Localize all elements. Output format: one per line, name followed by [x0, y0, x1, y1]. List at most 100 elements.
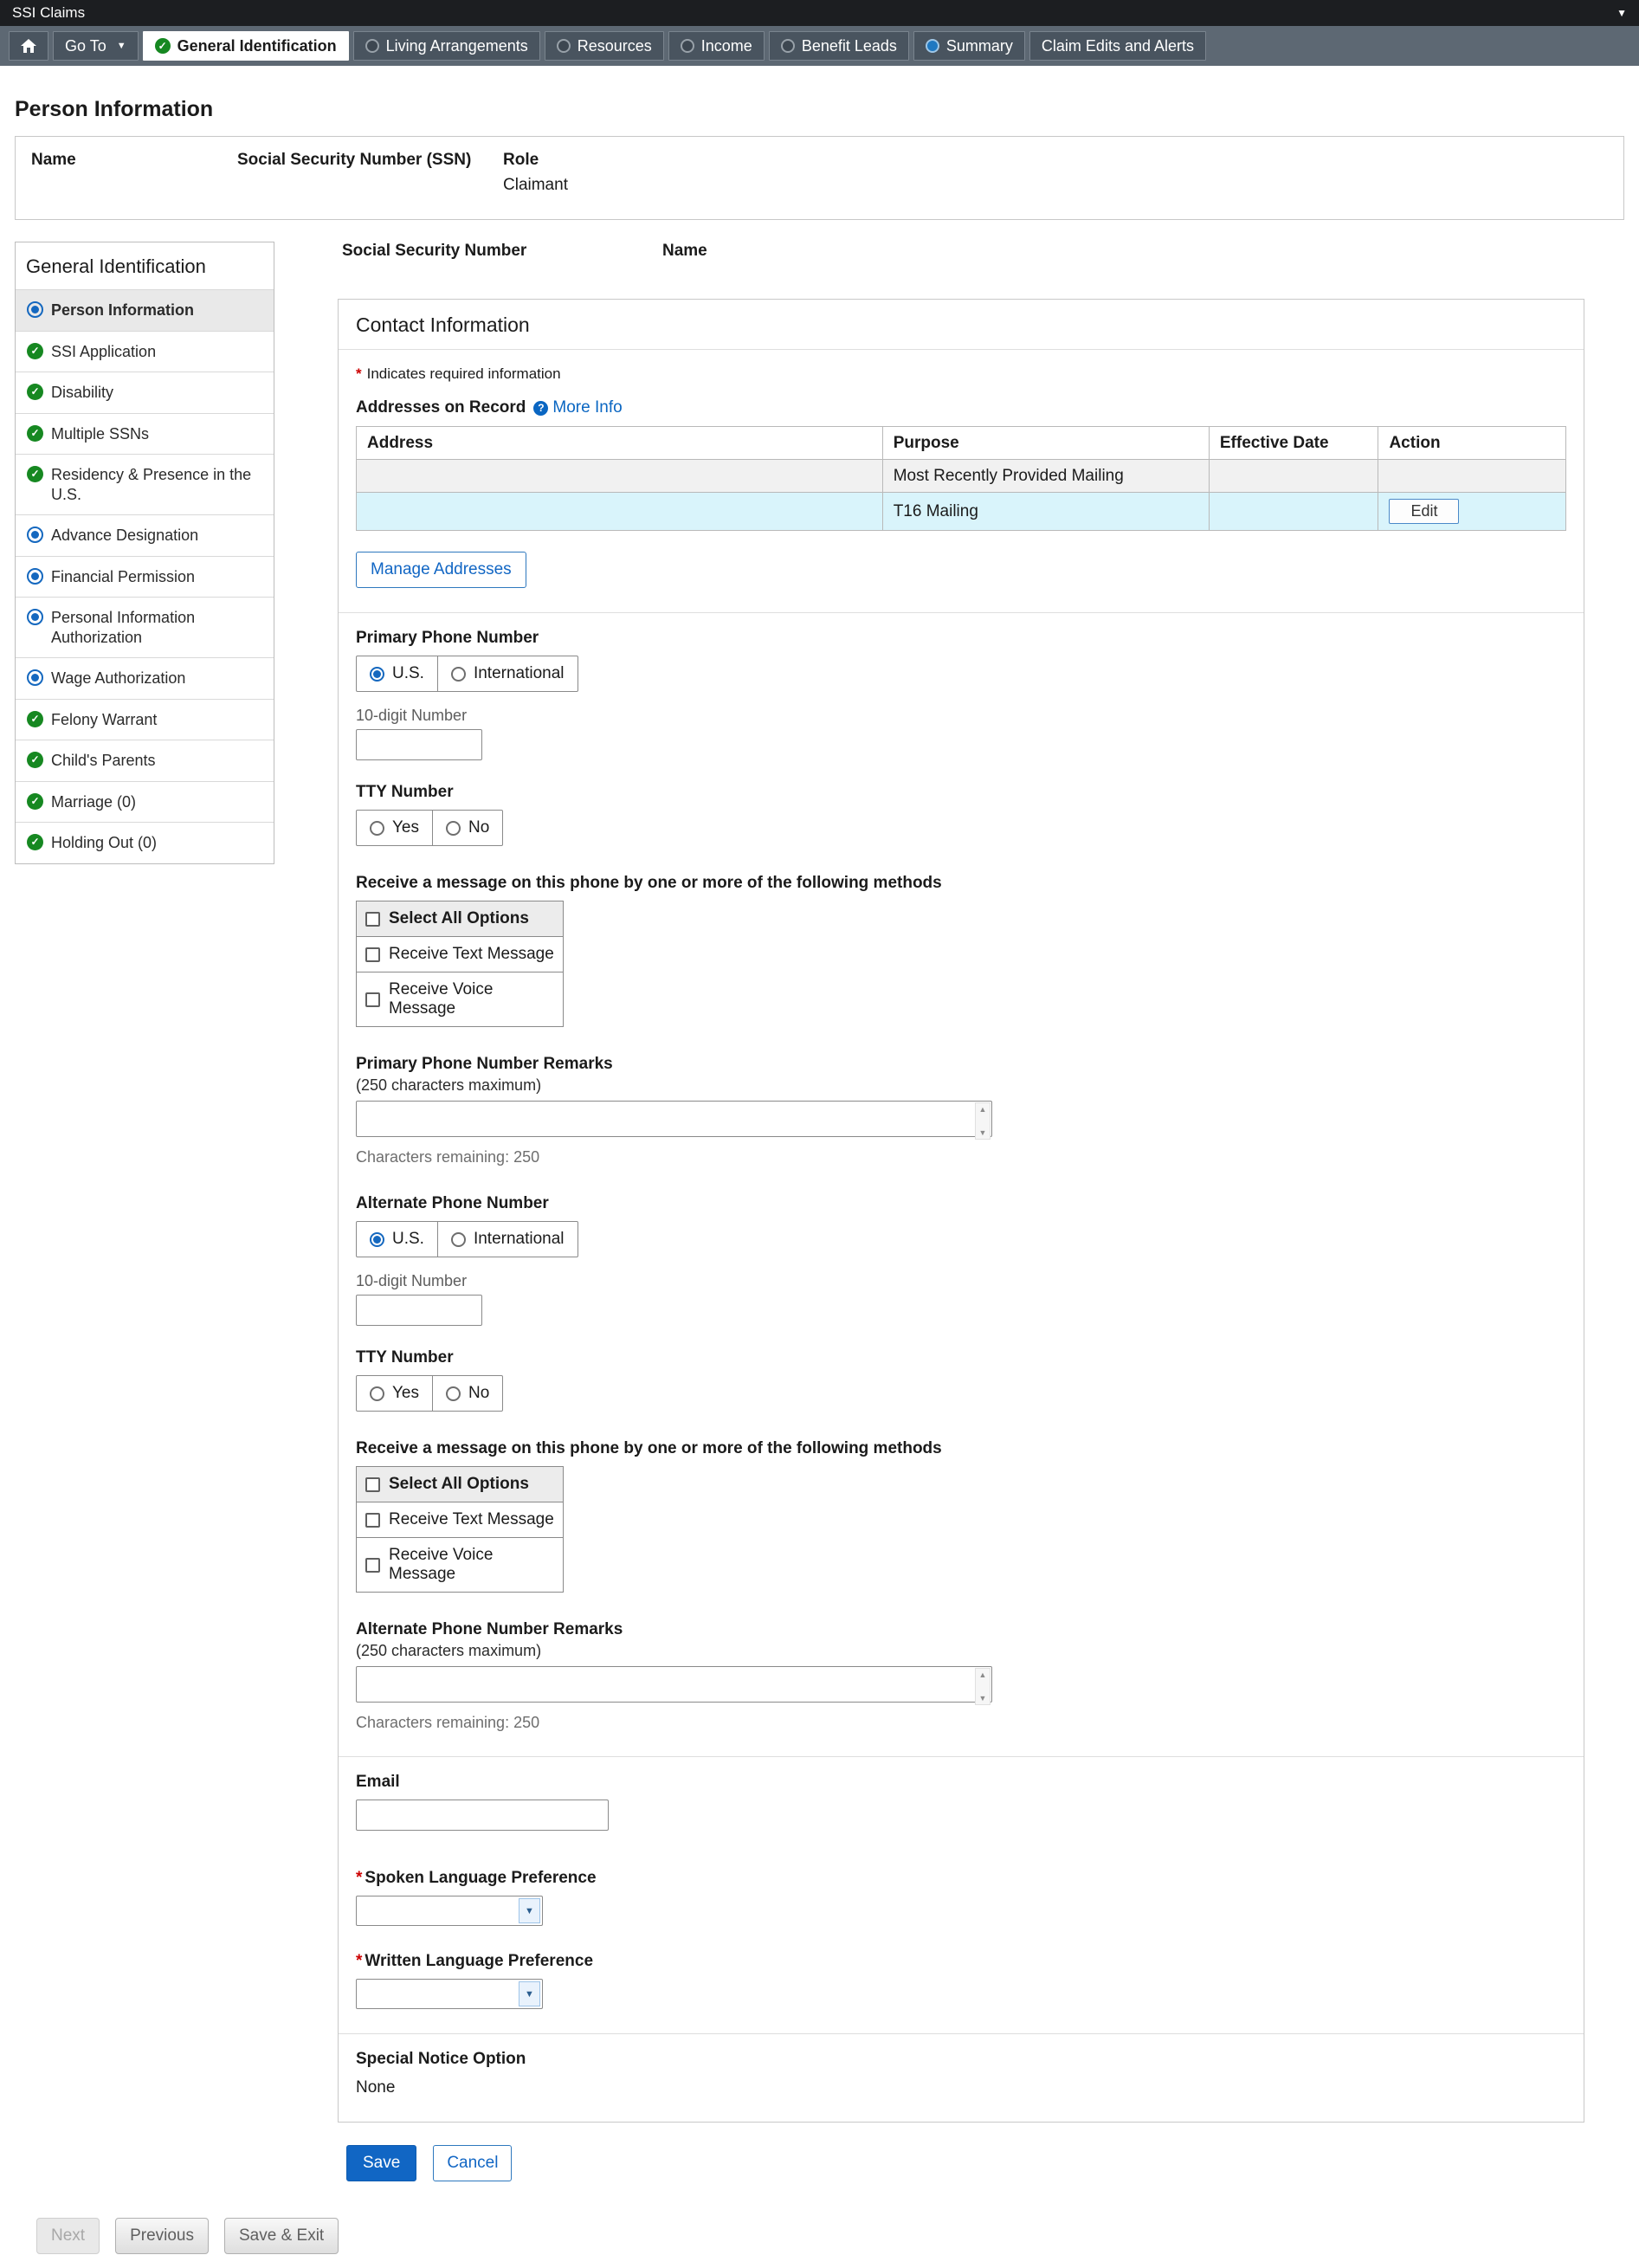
select-all-options-checkbox[interactable]: Select All Options [357, 901, 563, 936]
col-header-effective-date: Effective Date [1209, 427, 1378, 460]
sidebar-item-label: Financial Permission [51, 567, 195, 587]
previous-button[interactable]: Previous [115, 2218, 209, 2254]
sidebar-item-label: SSI Application [51, 342, 156, 362]
radio-us-option[interactable]: U.S. [357, 1222, 437, 1257]
save-button[interactable]: Save [346, 2145, 416, 2181]
check-circle-icon: ✓ [27, 384, 43, 400]
sidebar-item-ssi-application[interactable]: ✓ SSI Application [16, 331, 274, 372]
receive-text-message-checkbox[interactable]: Receive Text Message [357, 936, 563, 972]
radio-yes-option[interactable]: Yes [357, 1376, 432, 1411]
sidebar-item-label: Felony Warrant [51, 710, 157, 730]
sidebar-item-wage-authorization[interactable]: Wage Authorization [16, 657, 274, 699]
alternate-phone-label: Alternate Phone Number [356, 1194, 1566, 1213]
primary-remarks-textarea[interactable] [356, 1101, 992, 1137]
sidebar-item-label: Person Information [51, 300, 194, 320]
tab-summary[interactable]: Summary [913, 31, 1025, 61]
sidebar-item-disability[interactable]: ✓ Disability [16, 372, 274, 413]
col-header-purpose: Purpose [882, 427, 1209, 460]
in-progress-icon [27, 527, 43, 543]
sidebar-item-financial-permission[interactable]: Financial Permission [16, 556, 274, 598]
sidebar-title: General Identification [16, 242, 274, 289]
primary-phone-type-group: U.S. International [356, 656, 578, 692]
sidebar-item-marriage[interactable]: ✓ Marriage (0) [16, 781, 274, 823]
manage-addresses-button[interactable]: Manage Addresses [356, 552, 526, 588]
in-progress-icon [27, 568, 43, 585]
checkbox-icon [365, 912, 380, 927]
check-circle-icon: ✓ [27, 834, 43, 850]
sidebar-item-holding-out[interactable]: ✓ Holding Out (0) [16, 822, 274, 863]
primary-tty-group: Yes No [356, 810, 503, 846]
tab-income[interactable]: Income [668, 31, 765, 61]
person-info-box: Name Social Security Number (SSN) Role C… [15, 136, 1624, 220]
in-progress-icon [27, 301, 43, 318]
email-field[interactable] [356, 1800, 609, 1831]
cancel-button[interactable]: Cancel [433, 2145, 512, 2181]
check-circle-icon: ✓ [27, 343, 43, 359]
tab-living-arrangements[interactable]: Living Arrangements [353, 31, 540, 61]
select-all-options-checkbox[interactable]: Select All Options [357, 1467, 563, 1502]
receive-text-message-checkbox[interactable]: Receive Text Message [357, 1502, 563, 1537]
panel-title: Contact Information [339, 300, 1584, 350]
tab-general-identification[interactable]: ✓ General Identification [143, 31, 349, 61]
alternate-phone-input[interactable] [356, 1295, 482, 1326]
tab-label: General Identification [177, 37, 337, 55]
more-info-link[interactable]: ? More Info [533, 398, 622, 417]
sidebar-item-personal-information-authorization[interactable]: Personal Information Authorization [16, 597, 274, 657]
alternate-tty-label: TTY Number [356, 1348, 1566, 1367]
check-circle-icon: ✓ [27, 425, 43, 442]
app-titlebar: SSI Claims ▼ [0, 0, 1639, 26]
alternate-remarks-textarea[interactable] [356, 1666, 992, 1703]
goto-dropdown[interactable]: Go To ▼ [53, 31, 139, 61]
written-language-select[interactable]: ▼ [356, 1979, 543, 2009]
radio-no-option[interactable]: No [432, 811, 502, 845]
col-header-address: Address [357, 427, 883, 460]
sidebar-item-label: Multiple SSNs [51, 424, 149, 444]
sidebar-item-advance-designation[interactable]: Advance Designation [16, 514, 274, 556]
tab-resources[interactable]: Resources [545, 31, 664, 61]
home-button[interactable] [9, 31, 48, 61]
table-row: T16 Mailing Edit [357, 493, 1566, 531]
radio-icon [451, 667, 466, 682]
incomplete-circle-icon [365, 39, 379, 53]
sidebar-item-person-information[interactable]: Person Information [16, 289, 274, 331]
primary-phone-input[interactable] [356, 729, 482, 760]
person-name-header: Name [31, 151, 237, 170]
sidebar-item-residency-presence[interactable]: ✓ Residency & Presence in the U.S. [16, 454, 274, 514]
email-label: Email [356, 1773, 1566, 1792]
incomplete-circle-icon [681, 39, 694, 53]
radio-yes-option[interactable]: Yes [357, 811, 432, 845]
receive-voice-message-checkbox[interactable]: Receive Voice Message [357, 1537, 563, 1592]
required-asterisk: * [356, 365, 362, 382]
special-notice-section: Special Notice Option None [339, 2033, 1584, 2122]
radio-international-option[interactable]: International [437, 1222, 578, 1257]
primary-methods-label: Receive a message on this phone by one o… [356, 874, 1566, 893]
selected-value [357, 1896, 517, 1925]
tab-benefit-leads[interactable]: Benefit Leads [769, 31, 909, 61]
tab-claim-edits-alerts[interactable]: Claim Edits and Alerts [1029, 31, 1206, 61]
radio-us-option[interactable]: U.S. [357, 656, 437, 691]
sidebar-item-felony-warrant[interactable]: ✓ Felony Warrant [16, 699, 274, 740]
next-button[interactable]: Next [36, 2218, 100, 2254]
receive-voice-message-checkbox[interactable]: Receive Voice Message [357, 972, 563, 1026]
radio-no-option[interactable]: No [432, 1376, 502, 1411]
page-title: Person Information [15, 97, 1624, 122]
radio-international-option[interactable]: International [437, 656, 578, 691]
sidebar-item-label: Child's Parents [51, 751, 156, 771]
edit-address-button[interactable]: Edit [1389, 499, 1459, 524]
tab-label: Summary [946, 37, 1013, 55]
radio-icon [370, 667, 384, 682]
cell-purpose: T16 Mailing [882, 493, 1209, 531]
spoken-language-select[interactable]: ▼ [356, 1896, 543, 1926]
save-exit-button[interactable]: Save & Exit [224, 2218, 339, 2254]
sidebar-item-label: Residency & Presence in the U.S. [51, 465, 265, 504]
checkbox-icon [365, 992, 380, 1007]
app-title: SSI Claims [12, 4, 85, 22]
collapse-caret-icon[interactable]: ▼ [1616, 7, 1627, 19]
page-footer: Next Previous Save & Exit [36, 2218, 1624, 2254]
sidebar-item-childs-parents[interactable]: ✓ Child's Parents [16, 740, 274, 781]
cell-address [357, 493, 883, 531]
sidebar-item-multiple-ssns[interactable]: ✓ Multiple SSNs [16, 413, 274, 455]
tab-label: Living Arrangements [386, 37, 528, 55]
sidebar-item-label: Holding Out (0) [51, 833, 157, 853]
name-header-label: Name [662, 242, 707, 261]
